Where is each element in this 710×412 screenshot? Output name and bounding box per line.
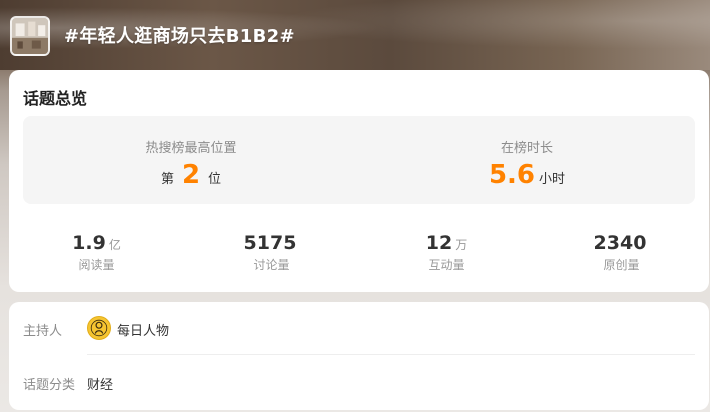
topic-title: #年轻人逛商场只去B1B2# (64, 26, 295, 47)
stat-read: 1.9 亿 阅读量 (9, 232, 184, 273)
rank-suffix: 位 (208, 172, 222, 187)
highest-rank-block: 热搜榜最高位置 第 2 位 (23, 116, 359, 204)
highest-rank-label: 热搜榜最高位置 (145, 141, 237, 156)
ranking-panel: 热搜榜最高位置 第 2 位 在榜时长 5.6 小时 (23, 116, 695, 204)
divider (87, 354, 695, 355)
rank-prefix: 第 (160, 172, 174, 187)
stat-read-unit: 亿 (108, 238, 121, 252)
stat-read-value: 1.9 (72, 232, 106, 254)
stat-original-label: 原创量 (603, 258, 640, 272)
stat-interact: 12 万 互动量 (359, 232, 534, 273)
stat-discuss-value: 5175 (243, 232, 297, 254)
stats-row: 1.9 亿 阅读量 5175 讨论量 12 万 互动量 2340 原创量 (9, 232, 709, 276)
duration-block: 在榜时长 5.6 小时 (359, 116, 695, 204)
stat-original: 2340 原创量 (534, 232, 709, 273)
overview-title: 话题总览 (23, 89, 88, 108)
highest-rank-value: 2 (181, 160, 201, 190)
topic-info-card: 主持人 每日人物 话题分类 财经 (9, 302, 709, 410)
stat-read-label: 阅读量 (78, 258, 115, 272)
stat-interact-unit: 万 (455, 238, 468, 252)
category-value: 财经 (87, 378, 114, 393)
stat-interact-label: 互动量 (428, 258, 465, 272)
person-avatar-icon[interactable] (87, 316, 111, 340)
category-label: 话题分类 (23, 378, 76, 393)
topic-thumbnail-image (10, 16, 50, 56)
stat-discuss: 5175 讨论量 (184, 232, 359, 273)
duration-value: 5.6 (488, 160, 536, 190)
stat-interact-value: 12 (425, 232, 453, 254)
overview-card: 话题总览 热搜榜最高位置 第 2 位 在榜时长 5.6 小时 1.9 亿 阅读量 (9, 70, 709, 292)
stat-discuss-label: 讨论量 (253, 258, 290, 272)
host-name-link[interactable]: 每日人物 (117, 320, 169, 339)
topic-header: #年轻人逛商场只去B1B2# (0, 0, 710, 70)
duration-label: 在榜时长 (500, 141, 553, 156)
host-label: 主持人 (23, 324, 63, 339)
duration-unit: 小时 (539, 172, 566, 187)
stat-original-value: 2340 (593, 232, 647, 254)
